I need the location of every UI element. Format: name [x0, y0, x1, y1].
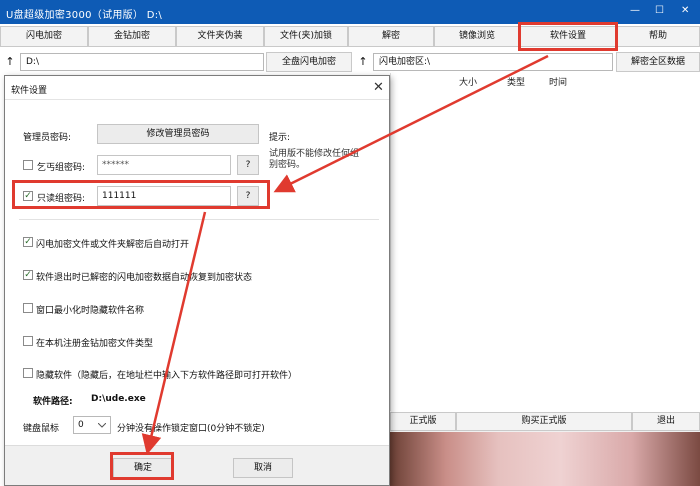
- settings-highlight-box: [518, 22, 618, 51]
- official-version-button[interactable]: 正式版: [390, 412, 456, 431]
- exit-button[interactable]: 退出: [632, 412, 700, 431]
- option-hide-name-checkbox[interactable]: [23, 303, 33, 313]
- option-register-filetype-label: 在本机注册金钻加密文件类型: [36, 339, 154, 349]
- diamond-encrypt-button[interactable]: 金钻加密: [88, 26, 176, 47]
- main-bottom-bar: 正式版 购买正式版 退出: [390, 412, 700, 432]
- option-auto-restore-checkbox[interactable]: ✓: [23, 270, 33, 280]
- column-size[interactable]: 大小: [459, 75, 477, 88]
- option-hide-software-checkbox[interactable]: [23, 368, 33, 378]
- decrypt-button[interactable]: 解密: [348, 26, 434, 47]
- window-title: U盘超级加密3000（试用版） D:\: [6, 10, 163, 21]
- folder-disguise-button[interactable]: 文件夹伪装: [176, 26, 264, 47]
- minimize-icon[interactable]: —: [630, 5, 640, 16]
- dialog-button-bar: 确定 取消: [5, 445, 389, 485]
- readonly-password-highlight-box: [12, 180, 270, 209]
- dialog-close-icon[interactable]: ✕: [373, 80, 384, 95]
- cancel-button[interactable]: 取消: [233, 458, 293, 478]
- idle-minutes-value: 0: [78, 420, 84, 430]
- software-path-label: 软件路径:: [33, 397, 73, 407]
- change-admin-password-button[interactable]: 修改管理员密码: [97, 124, 259, 144]
- hint-label: 提示:: [269, 133, 291, 143]
- flash-encrypt-all-button[interactable]: 全盘闪电加密: [266, 52, 352, 72]
- option-hide-name-label: 窗口最小化时隐藏软件名称: [36, 306, 145, 316]
- address-bar: ↑ D:\ 全盘闪电加密 ↑ 闪电加密区:\ 解密全区数据: [0, 51, 700, 73]
- window-titlebar: U盘超级加密3000（试用版） D:\ — ☐ ✕: [0, 0, 700, 24]
- file-lock-button[interactable]: 文件(夹)加锁: [264, 26, 348, 47]
- encrypted-file-list[interactable]: 大小 类型 时间: [390, 73, 700, 411]
- beggar-group-checkbox[interactable]: [23, 160, 33, 170]
- buy-official-version-button[interactable]: 购买正式版: [456, 412, 632, 431]
- option-auto-open-checkbox[interactable]: ✓: [23, 237, 33, 247]
- background-photo: [390, 432, 700, 486]
- right-path-field[interactable]: 闪电加密区:\: [373, 53, 613, 71]
- column-time[interactable]: 时间: [549, 75, 567, 88]
- beggar-group-password-label: 乞丐组密码:: [37, 163, 86, 173]
- settings-dialog: 软件设置 ✕ 管理员密码: 修改管理员密码 提示: 试用版不能修改任何组别密码。…: [4, 75, 390, 486]
- option-auto-open-label: 闪电加密文件或文件夹解密后自动打开: [36, 240, 190, 250]
- dialog-title: 软件设置: [11, 86, 48, 96]
- help-button[interactable]: 帮助: [616, 26, 700, 47]
- beggar-group-help-button[interactable]: ?: [237, 155, 259, 175]
- mirror-browse-button[interactable]: 镜像浏览: [434, 26, 520, 47]
- option-hide-software-label: 隐藏软件（隐藏后，在地址栏中输入下方软件路径即可打开软件）: [36, 371, 298, 381]
- maximize-icon[interactable]: ☐: [655, 5, 664, 16]
- left-path-field[interactable]: D:\: [20, 53, 264, 71]
- idle-lock-text: 分钟没有操作锁定窗口(0分钟不锁定): [117, 424, 265, 434]
- idle-minutes-select[interactable]: 0: [73, 416, 111, 434]
- up-arrow-icon[interactable]: ↑: [355, 53, 371, 71]
- column-type[interactable]: 类型: [507, 75, 525, 88]
- option-auto-restore-label: 软件退出时已解密的闪电加密数据自动恢复到加密状态: [36, 273, 253, 283]
- admin-password-label: 管理员密码:: [23, 133, 72, 143]
- hint-text: 试用版不能修改任何组别密码。: [269, 149, 360, 170]
- beggar-group-password-field[interactable]: ******: [97, 155, 231, 175]
- close-icon[interactable]: ✕: [681, 5, 689, 16]
- dialog-titlebar: 软件设置 ✕: [5, 76, 389, 100]
- flash-encrypt-button[interactable]: 闪电加密: [0, 26, 88, 47]
- ok-button-highlight-box: [110, 452, 174, 480]
- section-divider: [19, 219, 379, 220]
- option-register-filetype-checkbox[interactable]: [23, 336, 33, 346]
- keyboard-mouse-label: 键盘鼠标: [23, 424, 60, 434]
- software-path-value: D:\ude.exe: [91, 394, 146, 404]
- up-arrow-icon[interactable]: ↑: [2, 53, 18, 71]
- chevron-down-icon: [98, 423, 106, 428]
- decrypt-all-button[interactable]: 解密全区数据: [616, 52, 700, 72]
